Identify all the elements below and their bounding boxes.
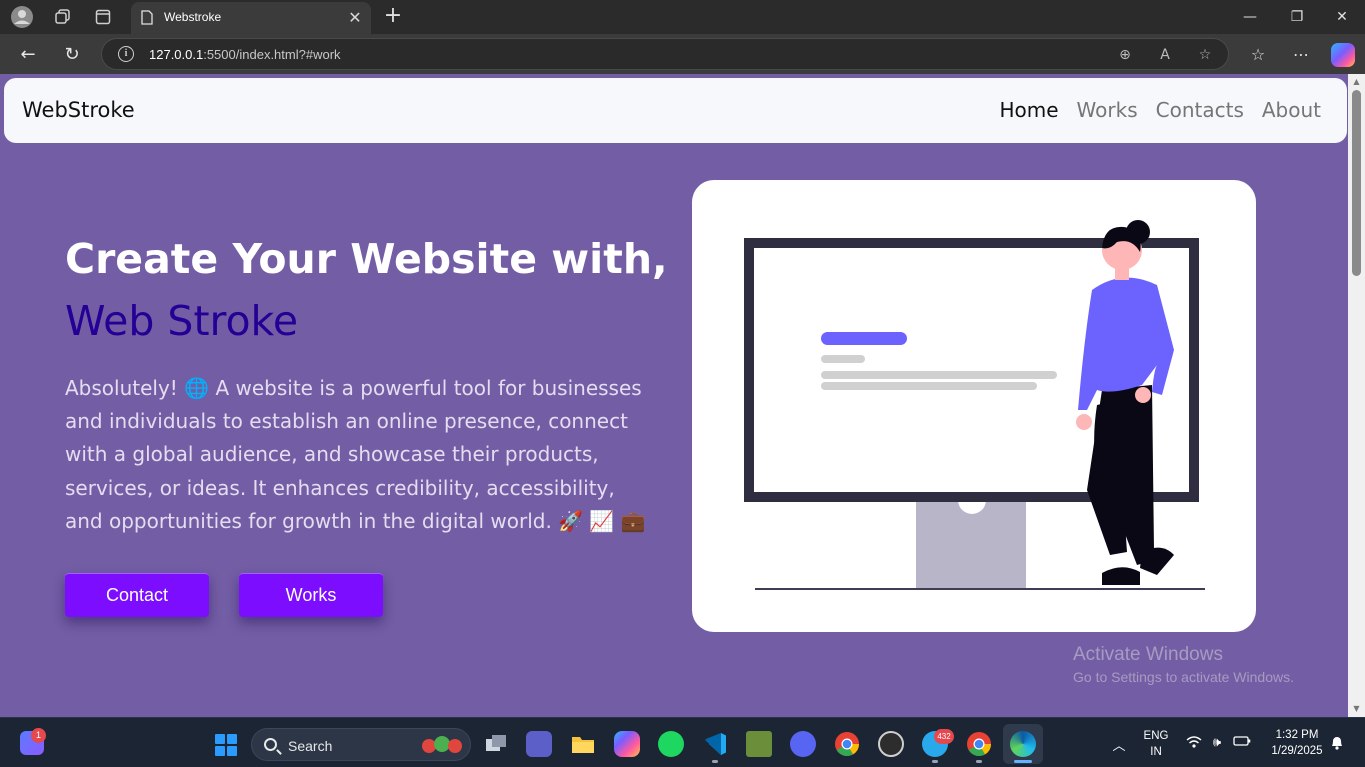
contact-button[interactable]: Contact: [65, 573, 209, 617]
chrome-icon[interactable]: [834, 731, 860, 757]
activate-windows-title: Activate Windows: [1073, 644, 1223, 665]
profile-avatar-icon[interactable]: [9, 5, 35, 29]
hero-subtitle: Web Stroke: [65, 297, 299, 345]
favorite-star-icon[interactable]: ☆: [1194, 44, 1216, 66]
browser-tab[interactable]: Webstroke ✕: [131, 2, 371, 34]
close-window-icon[interactable]: ✕: [1322, 4, 1362, 30]
copilot-app-icon[interactable]: [614, 731, 640, 757]
search-icon: [264, 738, 277, 751]
task-view-icon[interactable]: [483, 731, 509, 757]
nav-works[interactable]: Works: [1077, 98, 1138, 122]
discord-icon[interactable]: [790, 731, 816, 757]
page-scrollbar[interactable]: ▲ ▼: [1348, 74, 1365, 717]
tab-title: Webstroke: [164, 10, 222, 24]
language-region[interactable]: IN: [1138, 746, 1174, 758]
clock-date[interactable]: 1/29/2025: [1262, 745, 1332, 757]
site-navbar: WebStroke Home Works Contacts About: [4, 78, 1347, 143]
person-with-monitor-illustration: [744, 220, 1205, 590]
site-info-icon[interactable]: i: [118, 46, 134, 62]
hero-description: Absolutely! 🌐 A website is a powerful to…: [65, 376, 646, 533]
teams-icon[interactable]: [526, 731, 552, 757]
clock-time[interactable]: 1:32 PM: [1262, 729, 1332, 741]
site-brand[interactable]: WebStroke: [22, 98, 135, 122]
page-viewport: WebStroke Home Works Contacts About Crea…: [0, 74, 1365, 717]
browser-tab-bar: Webstroke ✕ + — ❐ ✕: [0, 0, 1365, 34]
scroll-up-icon[interactable]: ▲: [1351, 76, 1362, 87]
url-field[interactable]: i 127.0.0.1:5500/index.html?#work ⊕ A ☆: [101, 38, 1229, 70]
vscode-icon[interactable]: [702, 731, 728, 757]
edge-active-indicator: [1014, 760, 1032, 763]
nav-about[interactable]: About: [1262, 98, 1321, 122]
file-explorer-icon[interactable]: [570, 731, 596, 757]
zoom-icon[interactable]: ⊕: [1114, 44, 1136, 66]
nav-links: Home Works Contacts About: [999, 98, 1321, 122]
refresh-icon[interactable]: ↻: [58, 41, 86, 69]
favorites-icon[interactable]: ☆: [1244, 41, 1272, 69]
volume-icon[interactable]: 🕪: [1208, 735, 1226, 750]
search-highlight-icon: [422, 736, 462, 753]
widgets-badge: 1: [31, 728, 46, 743]
close-tab-icon[interactable]: ✕: [345, 8, 365, 28]
nav-home[interactable]: Home: [999, 98, 1058, 122]
scroll-down-icon[interactable]: ▼: [1351, 703, 1362, 714]
restore-icon[interactable]: ❐: [1277, 4, 1317, 30]
new-tab-button[interactable]: +: [380, 4, 406, 30]
edge-icon[interactable]: [1010, 731, 1036, 757]
language-code[interactable]: ENG: [1138, 730, 1174, 742]
copilot-icon[interactable]: [1331, 43, 1355, 67]
minecraft-icon[interactable]: [746, 731, 772, 757]
start-windows-icon[interactable]: [215, 734, 237, 756]
wifi-icon[interactable]: [1185, 735, 1203, 753]
tab-actions-icon[interactable]: [90, 5, 116, 29]
minimize-icon[interactable]: —: [1230, 4, 1270, 30]
url-text: 127.0.0.1:5500/index.html?#work: [149, 47, 341, 62]
telegram-badge: 432: [934, 729, 954, 744]
chrome-running-indicator: [976, 760, 982, 763]
vscode-running-indicator: [712, 760, 718, 763]
scrollbar-thumb[interactable]: [1352, 90, 1361, 276]
back-arrow-icon[interactable]: ←: [14, 41, 42, 69]
more-menu-icon[interactable]: ⋯: [1287, 41, 1315, 69]
telegram-running-indicator: [932, 760, 938, 763]
hero-illustration-card: [692, 180, 1256, 632]
page-icon: [141, 10, 153, 29]
works-button[interactable]: Works: [239, 573, 383, 617]
workspaces-icon[interactable]: [50, 5, 76, 29]
chevron-up-icon[interactable]: ︿: [1110, 735, 1128, 754]
address-bar-row: ← ↻ i 127.0.0.1:5500/index.html?#work ⊕ …: [0, 34, 1365, 74]
taskbar-search[interactable]: Search: [251, 728, 471, 761]
nav-contacts[interactable]: Contacts: [1156, 98, 1244, 122]
search-label: Search: [288, 738, 333, 754]
obs-icon[interactable]: [878, 731, 904, 757]
activate-windows-hint: Go to Settings to activate Windows.: [1073, 669, 1294, 685]
spotify-icon[interactable]: [658, 731, 684, 757]
read-aloud-icon[interactable]: A: [1154, 44, 1176, 66]
chrome-profile-icon[interactable]: [966, 731, 992, 757]
windows-taskbar: 1 Search 432 ︿ ENG IN 🕪 1:32 PM 1/29/202…: [0, 717, 1365, 767]
battery-icon[interactable]: [1233, 735, 1251, 751]
notification-bell-icon[interactable]: [1328, 735, 1346, 754]
hero-title: Create Your Website with,: [65, 235, 668, 283]
